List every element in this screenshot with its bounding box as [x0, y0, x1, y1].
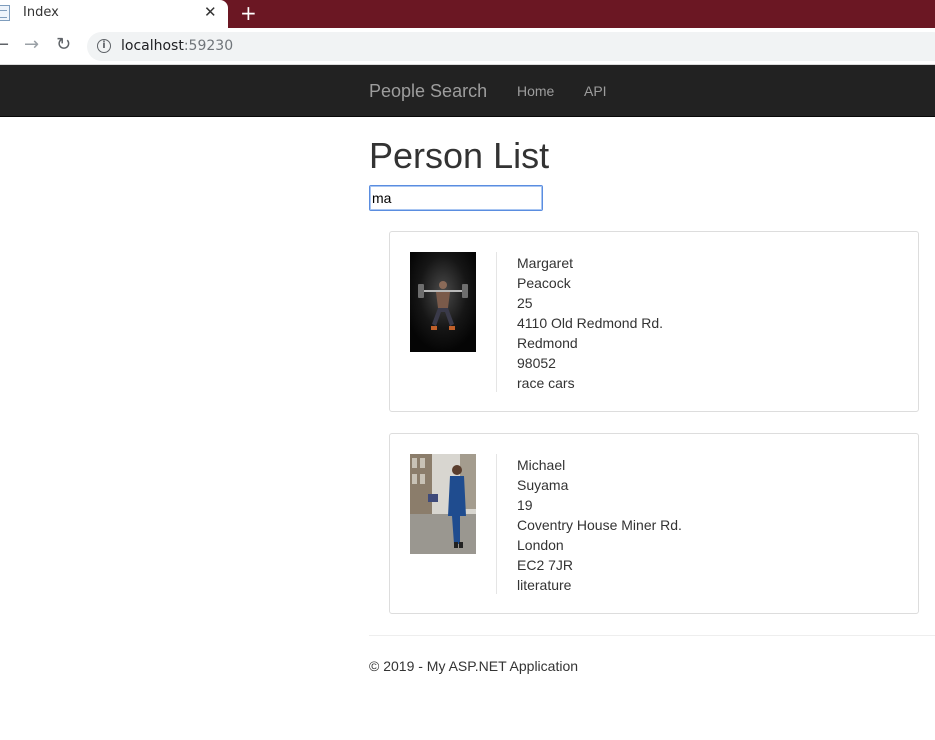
brand-link[interactable]: People Search	[369, 81, 487, 102]
url-text[interactable]: localhost:59230	[121, 38, 233, 54]
interests: race cars	[517, 375, 575, 391]
page-title: Person List	[369, 135, 550, 176]
person-details: Michael Suyama 19 Coventry House Miner R…	[517, 456, 682, 596]
footer-divider	[369, 635, 935, 636]
nav-home-link[interactable]: Home	[517, 83, 554, 99]
person-card: Michael Suyama 19 Coventry House Miner R…	[389, 433, 919, 614]
card-divider	[496, 252, 497, 392]
reload-icon[interactable]: ↻	[56, 35, 71, 55]
browser-tab[interactable]: Index ✕	[0, 0, 228, 28]
address: Coventry House Miner Rd.	[517, 517, 682, 533]
city: London	[517, 537, 564, 553]
forward-icon[interactable]: →	[24, 35, 39, 55]
nav-api-link[interactable]: API	[584, 83, 607, 99]
tab-title: Index	[23, 5, 59, 20]
footer-text: © 2019 - My ASP.NET Application	[369, 658, 579, 674]
first-name: Michael	[517, 457, 566, 473]
city: Redmond	[517, 335, 578, 351]
first-name: Margaret	[517, 255, 574, 271]
person-photo	[410, 252, 476, 352]
page-favicon-icon	[0, 5, 10, 21]
person-card: Margaret Peacock 25 4110 Old Redmond Rd.…	[389, 231, 919, 412]
site-navbar: People Search Home API	[0, 65, 935, 117]
url-port: :59230	[183, 38, 234, 54]
person-photo	[410, 454, 476, 554]
person-details: Margaret Peacock 25 4110 Old Redmond Rd.…	[517, 254, 663, 394]
age: 19	[517, 497, 533, 513]
card-divider	[496, 454, 497, 594]
address: 4110 Old Redmond Rd.	[517, 315, 664, 331]
age: 25	[517, 295, 533, 311]
last-name: Suyama	[517, 477, 569, 493]
back-icon[interactable]: ←	[0, 35, 9, 55]
url-host: localhost	[121, 38, 184, 54]
close-tab-icon[interactable]: ✕	[204, 3, 217, 21]
new-tab-icon[interactable]: +	[240, 1, 257, 25]
info-icon[interactable]: i	[97, 39, 111, 53]
browser-toolbar: ← → ↻ i localhost:59230	[0, 28, 935, 65]
postal-code: EC2 7JR	[517, 557, 574, 573]
last-name: Peacock	[517, 275, 571, 291]
interests: literature	[517, 577, 572, 593]
search-input[interactable]	[369, 185, 543, 211]
address-bar[interactable]: i localhost:59230	[87, 32, 935, 61]
postal-code: 98052	[517, 355, 556, 371]
browser-tab-strip: Index ✕ +	[0, 0, 935, 28]
